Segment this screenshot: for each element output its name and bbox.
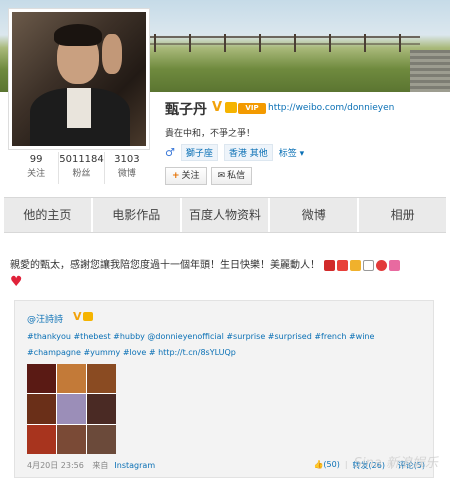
tab-weibo[interactable]: 微博 [270, 198, 360, 232]
post-content: 親愛的甄太，感謝您讓我陪您度過十一個年頭！生日快樂！美麗動人！ ♥ [10, 258, 442, 292]
weibo-profile-page: 99 关注 5011184 粉丝 3103 微博 甄子丹 V VIP http:… [0, 0, 450, 485]
stat-value: 5011184 [59, 154, 104, 165]
chevron-down-icon: ▾ [299, 149, 305, 159]
heart-emoji-icon: ♥ [10, 274, 23, 290]
tab-album[interactable]: 相册 [359, 198, 446, 232]
photo-thumbnail[interactable] [27, 394, 56, 424]
crown-icon [225, 102, 237, 113]
photo-thumbnail[interactable] [87, 364, 116, 394]
repost-meta: 4月20日 23:56 来自 Instagram [27, 460, 161, 471]
watermark: Sina 新浪娱乐 [353, 456, 438, 471]
envelope-icon: ✉ [217, 171, 226, 181]
rose-emoji-icon [324, 259, 336, 271]
profile-stats: 99 关注 5011184 粉丝 3103 微博 [14, 152, 149, 184]
follow-label: 关注 [181, 171, 200, 181]
post-text: 親愛的甄太，感謝您讓我陪您度過十一個年頭！生日快樂！美麗動人！ [10, 260, 320, 271]
repost-image-grid[interactable] [27, 364, 116, 454]
stat-value: 99 [29, 154, 43, 165]
profile-nav: 他的主页 电影作品 百度人物资料 微博 相册 [4, 197, 446, 233]
tags-label: 标签 [278, 149, 297, 159]
placeholder-emoji-icon [363, 259, 375, 271]
photo-thumbnail[interactable] [57, 364, 86, 394]
vip-badge: VIP [238, 103, 266, 114]
location-tag[interactable]: 香港 其他 [223, 144, 273, 161]
avatar-shirt [67, 88, 91, 128]
photo-thumbnail[interactable] [57, 424, 86, 454]
male-gender-icon: ♂ [165, 146, 175, 159]
profile-bio: 貴在中和，不爭之爭！ [165, 129, 256, 139]
avatar-hand [102, 34, 122, 74]
avatar-hair [54, 24, 102, 46]
zodiac-tag[interactable]: 獅子座 [180, 144, 218, 161]
crown-icon [83, 312, 93, 321]
source-link[interactable]: Instagram [114, 461, 155, 470]
profile-actions: + 关注 ✉ 私信 [165, 167, 253, 185]
gift-emoji-icon [337, 259, 349, 271]
avatar-frame[interactable] [8, 8, 150, 150]
verified-icon: V [73, 310, 82, 323]
repost-hashtags-line2[interactable]: #champagne #yummy #love # http://t.cn/8s… [27, 348, 236, 357]
photo-thumbnail[interactable] [27, 424, 56, 454]
tab-baidu-profile[interactable]: 百度人物资料 [182, 198, 271, 232]
repost-author-link[interactable]: @汪詩詩 [27, 312, 63, 325]
photo-thumbnail[interactable] [87, 424, 116, 454]
photo-thumbnail[interactable] [57, 394, 86, 424]
like-button[interactable]: 👍(50) [313, 460, 339, 471]
tab-films[interactable]: 电影作品 [93, 198, 182, 232]
divider: | [344, 460, 348, 469]
tags-dropdown[interactable]: 标签 ▾ [279, 146, 304, 159]
thumbs-up-icon: 👍 [313, 460, 324, 469]
stat-fans[interactable]: 5011184 粉丝 [59, 152, 105, 184]
photo-thumbnail[interactable] [87, 394, 116, 424]
photo-thumbnail[interactable] [27, 364, 56, 394]
tab-home[interactable]: 他的主页 [4, 198, 93, 232]
balloon-emoji-icon [376, 259, 388, 271]
stone-steps [410, 50, 450, 92]
profile-name: 甄子丹 [165, 102, 207, 118]
source-prefix: 来自 [92, 461, 109, 470]
profile-url-link[interactable]: http://weibo.com/donnieyen [268, 103, 394, 113]
like-count: (50) [323, 460, 340, 469]
stat-following[interactable]: 99 关注 [14, 152, 60, 184]
stat-value: 3103 [114, 154, 140, 165]
fence-decoration [150, 34, 420, 52]
repost-hashtags-line1[interactable]: #thankyou #thebest #hubby @donnieyenoffi… [27, 332, 374, 341]
verified-icon: V [212, 100, 223, 115]
plus-icon: + [172, 171, 180, 181]
party-popper-emoji-icon [350, 259, 362, 271]
avatar[interactable] [12, 12, 146, 146]
gift-heart-emoji-icon [389, 259, 401, 271]
profile-tags: ♂ 獅子座 香港 其他 标签 ▾ [165, 144, 304, 161]
stat-label: 微博 [117, 169, 136, 179]
stat-posts[interactable]: 3103 微博 [105, 152, 149, 184]
repost-time[interactable]: 4月20日 23:56 [27, 461, 84, 470]
follow-button[interactable]: + 关注 [165, 167, 207, 185]
message-button[interactable]: ✉ 私信 [210, 167, 253, 185]
stat-label: 关注 [27, 169, 46, 179]
stat-label: 粉丝 [72, 169, 91, 179]
message-label: 私信 [227, 171, 246, 181]
